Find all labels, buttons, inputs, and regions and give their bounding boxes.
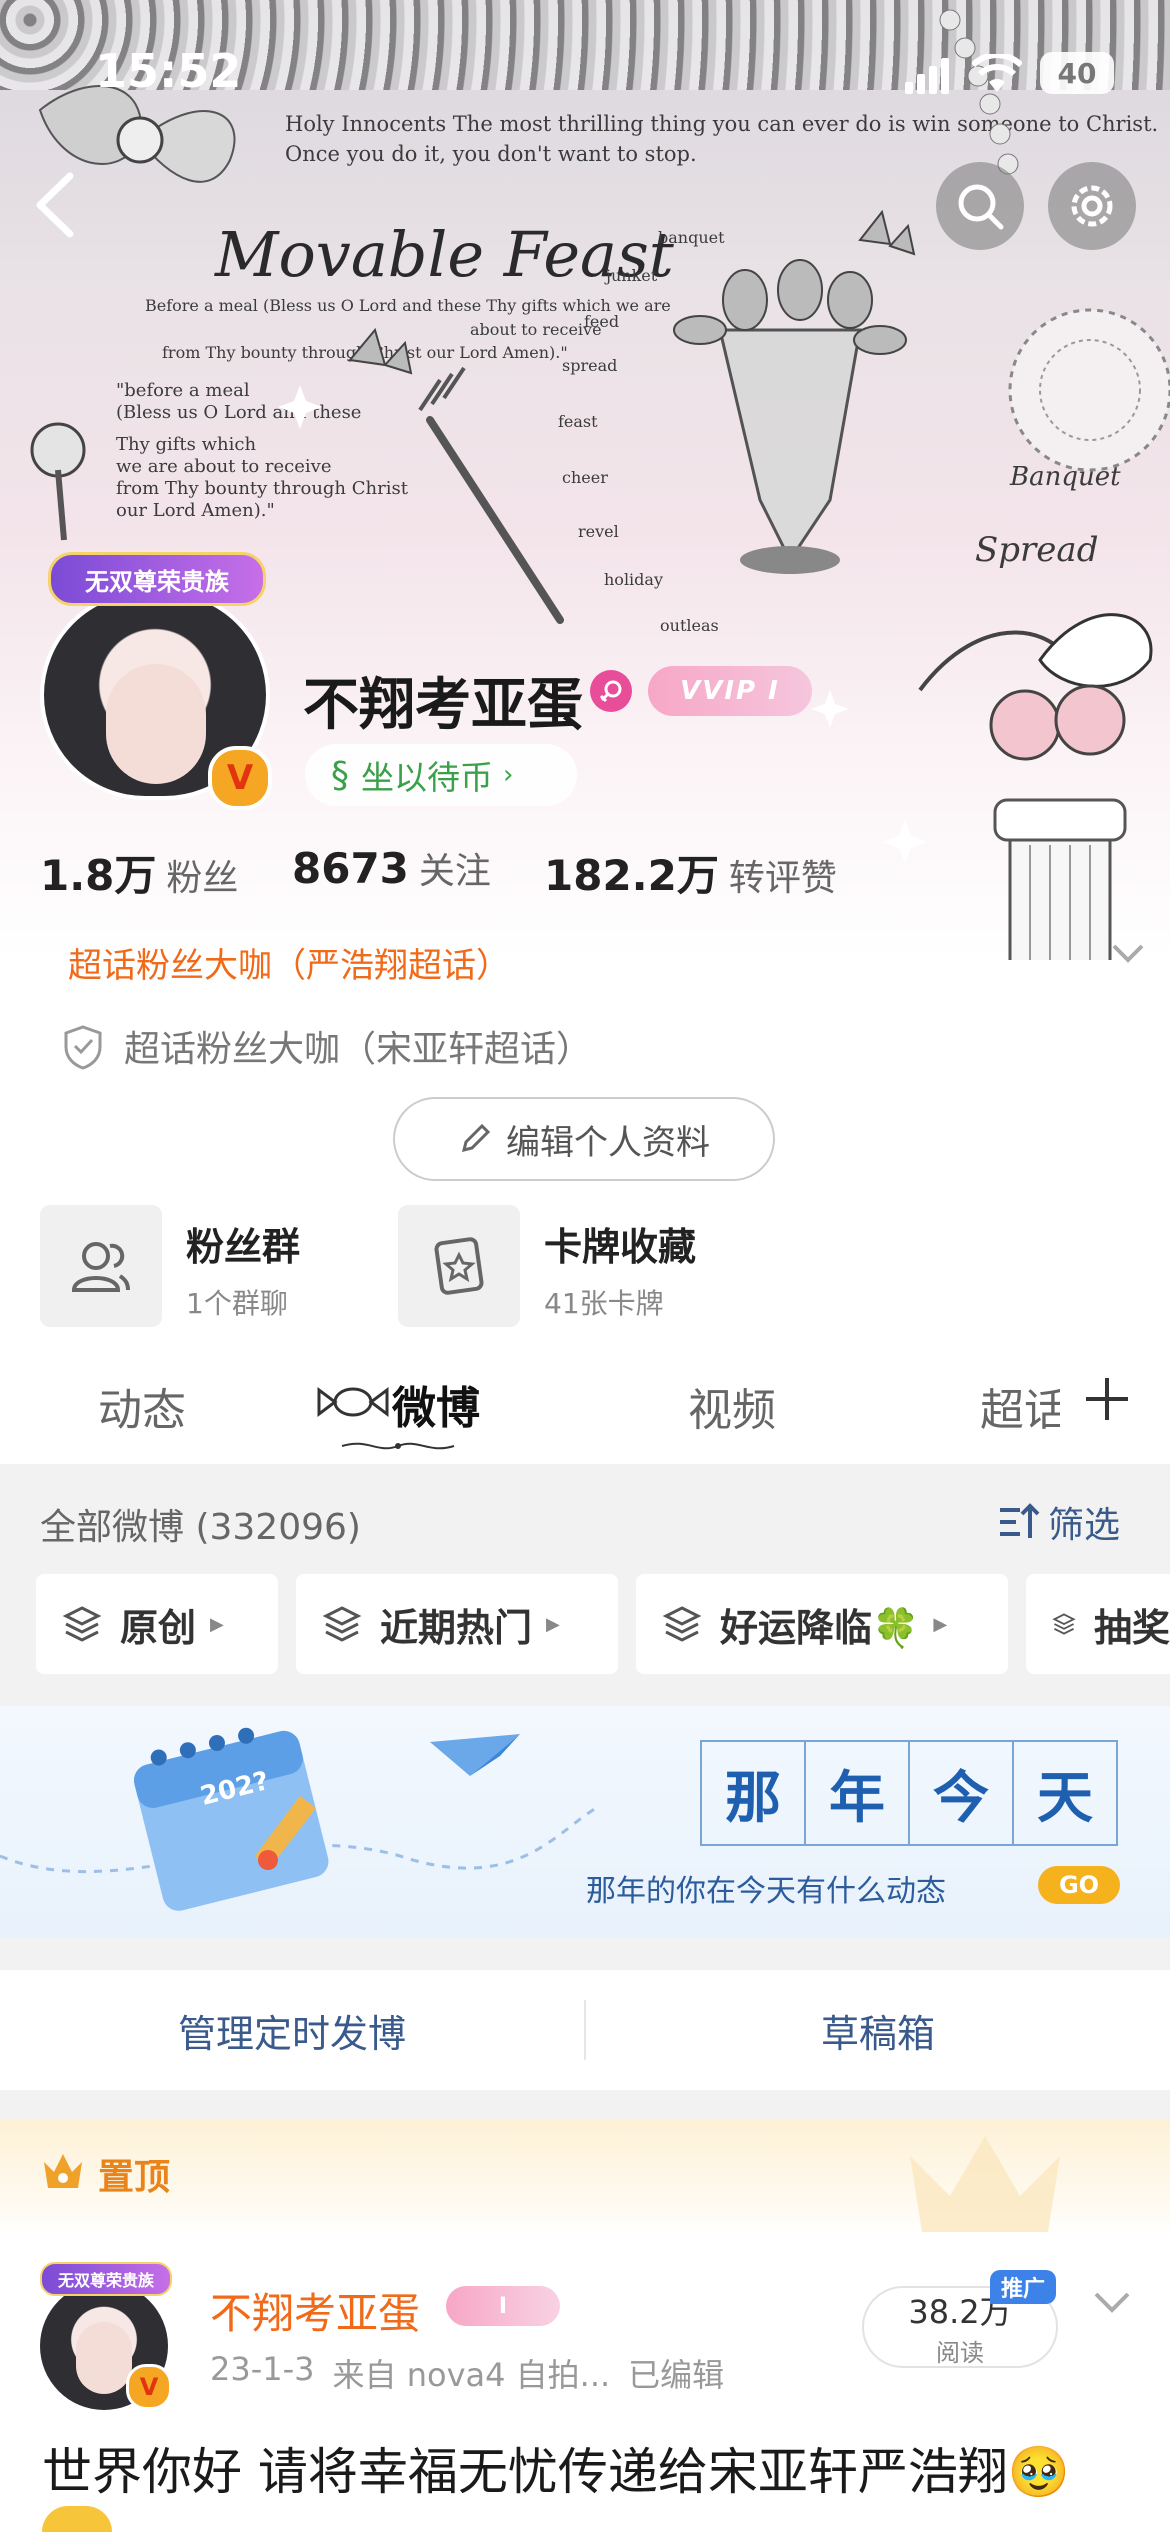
chevron-right-icon: › xyxy=(503,760,514,790)
edit-profile-button[interactable]: 编辑个人资料 xyxy=(393,1097,775,1181)
post-date: 23-1-3 xyxy=(210,2350,315,2388)
settings-button[interactable] xyxy=(1048,162,1136,250)
card-collection-title[interactable]: 卡牌收藏 xyxy=(544,1216,696,1271)
layers-icon xyxy=(322,1606,362,1642)
shield-icon xyxy=(62,1024,104,1074)
card-collection-icon[interactable] xyxy=(398,1205,520,1327)
gear-icon xyxy=(1071,185,1113,227)
profile-name: 不翔考亚蛋 xyxy=(303,673,583,738)
add-tab-button[interactable] xyxy=(1082,1374,1132,1428)
coin-icon: § xyxy=(331,754,349,796)
signal-icon xyxy=(905,58,951,98)
fan-group-title[interactable]: 粉丝群 xyxy=(186,1216,300,1271)
post-menu-chevron-icon[interactable] xyxy=(1092,2290,1132,2320)
tab-supertopic[interactable]: 超话 xyxy=(980,1374,1060,1438)
crown-watermark-icon xyxy=(900,2126,1070,2240)
tab-weibo[interactable]: 微博 xyxy=(392,1372,480,1436)
stat-interactions[interactable]: 182.2万 转评赞 xyxy=(544,842,837,903)
filter-pill-hot[interactable]: 近期热门 ▶ xyxy=(296,1574,618,1674)
feed-count: 全部微博 (332096) xyxy=(40,1507,361,1548)
card-collection-sub: 41张卡牌 xyxy=(544,1287,664,1320)
stat-fans[interactable]: 1.8万 粉丝 xyxy=(40,842,238,903)
stat-following[interactable]: 8673 关注 xyxy=(292,842,491,894)
pencil-icon xyxy=(461,1123,491,1153)
search-button[interactable] xyxy=(936,162,1024,250)
fan-group-icon[interactable] xyxy=(40,1205,162,1327)
pinned-label: 置顶 xyxy=(98,2157,171,2198)
fan-group-sub: 1个群聊 xyxy=(186,1287,288,1320)
banner-go-button[interactable]: GO xyxy=(1038,1866,1120,1904)
post-meta: 23-1-3 来自 nova4 自拍... 已编辑 xyxy=(210,2350,724,2396)
title-orange[interactable]: 超话粉丝大咖（严浩翔超话） xyxy=(68,938,510,987)
crown-icon xyxy=(40,2150,86,2196)
post-author[interactable]: 不翔考亚蛋 xyxy=(210,2280,420,2341)
post-verified-icon: V xyxy=(126,2364,172,2410)
triangle-right-icon: ▶ xyxy=(546,1613,560,1635)
coin-label: 坐以待币 xyxy=(361,758,493,797)
vip-badge[interactable]: VVIP I xyxy=(648,666,812,716)
sort-filter-icon xyxy=(1000,1503,1040,1538)
plus-icon xyxy=(1086,1378,1128,1420)
banner-subtitle: 那年的你在今天有什么动态 xyxy=(586,1874,946,1909)
verified-icon: V xyxy=(208,746,272,810)
filter-pill-lottery[interactable]: 抽奖 xyxy=(1026,1574,1170,1674)
banner-title: 那 年 今 天 xyxy=(700,1740,1118,1846)
layers-icon xyxy=(662,1606,702,1642)
layers-icon xyxy=(62,1606,102,1642)
drafts-button[interactable]: 草稿箱 xyxy=(586,1970,1170,2090)
filter-button[interactable]: 筛选 xyxy=(998,1496,1120,1548)
triangle-right-icon: ▶ xyxy=(210,1613,224,1635)
post-edited: 已编辑 xyxy=(628,2356,725,2394)
post-noble-badge: 无双尊荣贵族 xyxy=(40,2262,172,2296)
back-button[interactable] xyxy=(30,170,80,244)
tab-underline-flourish xyxy=(338,1438,458,1454)
tab-dynamics[interactable]: 动态 xyxy=(98,1374,186,1438)
expand-chevron-icon[interactable] xyxy=(1110,942,1146,970)
profile-cover[interactable]: Holy Innocents The most thrilling thing … xyxy=(0,0,1170,960)
post-text[interactable]: 世界你好 请将幸福无忧传递给宋亚轩严浩翔🥹 xyxy=(42,2432,1070,2504)
title-gray[interactable]: 超话粉丝大咖（宋亚轩超话） xyxy=(124,1020,592,1072)
cover-illustration xyxy=(30,9,1170,960)
post-vip-badge: I xyxy=(446,2286,560,2326)
tab-supertopic-clip: 超话 xyxy=(980,1360,1060,1440)
filter-pill-luck[interactable]: 好运降临🍀 ▶ xyxy=(636,1574,1008,1674)
candy-icon xyxy=(316,1380,390,1428)
on-this-day-banner[interactable]: 202? 那 年 今 天 那年的你在今天有什么动态 GO xyxy=(0,1706,1170,1938)
manage-schedule-button[interactable]: 管理定时发博 xyxy=(0,1970,584,2090)
coin-pill[interactable]: § 坐以待币 › xyxy=(305,744,577,806)
tab-video[interactable]: 视频 xyxy=(688,1374,776,1438)
status-time: 15:52 xyxy=(95,44,242,98)
post-source[interactable]: 来自 nova4 自拍... xyxy=(333,2350,611,2396)
layers-icon xyxy=(1052,1613,1076,1635)
noble-badge: 无双尊荣贵族 xyxy=(48,552,266,606)
wifi-icon xyxy=(970,52,1024,98)
gender-female-icon xyxy=(590,670,632,712)
filter-pill-original[interactable]: 原创 ▶ xyxy=(36,1574,278,1674)
battery-indicator: 40 xyxy=(1040,52,1114,94)
triangle-right-icon: ▶ xyxy=(933,1613,948,1635)
search-icon xyxy=(958,184,1004,230)
chevron-left-icon xyxy=(36,172,74,238)
promote-badge[interactable]: 推广 xyxy=(990,2270,1056,2304)
